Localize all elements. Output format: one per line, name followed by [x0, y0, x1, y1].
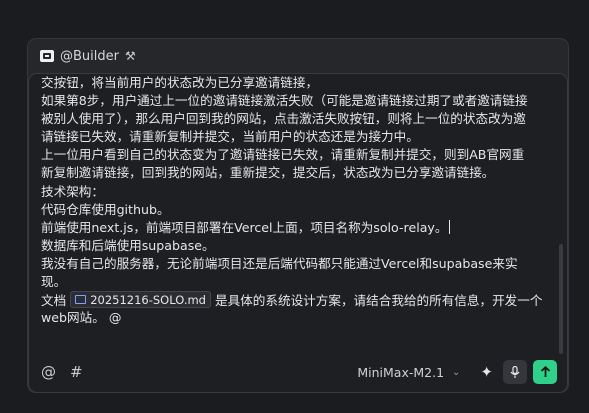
- editor-line-text: 前端使用next.js，前端项目部署在Vercel上面，项目名称为solo-re…: [41, 219, 448, 235]
- editor-text[interactable]: 交按钮，将当前用户的状态改为已分享邀请链接， 如果第8步，用户通过上一位的邀请链…: [41, 74, 551, 327]
- file-chip-label: 20251216-SOLO.md: [90, 292, 206, 307]
- editor-line: 新复制邀请链接，回到我的网站，重新提交，提交后，状态改为已分享邀请链接。: [41, 165, 495, 181]
- editor-line: 上一位用户看到自己的状态变为了邀请链接已失效，请重新复制并提交，则到AB官网重: [41, 147, 525, 163]
- send-button[interactable]: [533, 360, 557, 384]
- editor-line: 文档 20251216-SOLO.md 是具体的系统设计方案，请结合我给的所有信…: [41, 291, 551, 309]
- model-selector[interactable]: MiniMax-M2.1 ⌄: [357, 365, 460, 380]
- editor-line: 前端使用next.js，前端项目部署在Vercel上面，项目名称为solo-re…: [41, 219, 551, 237]
- editor-line: 被别人使用了），那么用户回到我的网站，点击激活失败按钮，则将上一位的状态改为邀: [41, 111, 526, 127]
- editor-scrollbar[interactable]: [559, 244, 563, 354]
- text-caret: [449, 219, 451, 234]
- tools-icon[interactable]: ⚒: [125, 49, 136, 63]
- mention-icon[interactable]: @: [41, 363, 56, 381]
- panel-header: @Builder ⚒: [40, 46, 136, 66]
- message-editor[interactable]: 交按钮，将当前用户的状态改为已分享邀请链接， 如果第8步，用户通过上一位的邀请链…: [28, 73, 568, 393]
- editor-line: web网站。 @: [41, 310, 122, 326]
- model-name: MiniMax-M2.1: [357, 364, 445, 380]
- mic-button[interactable]: [503, 360, 527, 384]
- editor-line: 现。: [41, 274, 67, 290]
- sparkle-icon[interactable]: ✦: [480, 363, 493, 381]
- agent-icon: [40, 50, 54, 62]
- chevron-down-icon: ⌄: [452, 366, 461, 378]
- agent-label[interactable]: @Builder: [60, 49, 119, 64]
- doc-prefix: 文档: [41, 293, 67, 309]
- mic-icon: [510, 365, 520, 378]
- editor-line: 请链接已失效，请重新复制并提交，当前用户的状态还是为接力中。: [41, 129, 419, 145]
- editor-line: 数据库和后端使用supabase。: [41, 237, 215, 253]
- editor-line: 代码仓库使用github。: [41, 201, 170, 217]
- editor-line: 交按钮，将当前用户的状态改为已分享邀请链接，: [41, 75, 319, 90]
- editor-line: 如果第8步，用户通过上一位的邀请链接激活失败（可能是邀请链接过期了或者邀请链接: [41, 93, 528, 109]
- doc-suffix: 是具体的系统设计方案，请结合我给的所有信息，开发一个: [215, 293, 543, 309]
- editor-line: 技术架构：: [41, 183, 104, 199]
- send-icon: [540, 366, 550, 377]
- chat-panel: @Builder ⚒ 交按钮，将当前用户的状态改为已分享邀请链接， 如果第8步，…: [27, 38, 569, 393]
- file-icon: [75, 295, 87, 305]
- file-chip[interactable]: 20251216-SOLO.md: [70, 291, 211, 309]
- editor-line: 我没有自己的服务器，无论前端项目还是后端代码都只能通过Vercel和supaba…: [41, 255, 518, 271]
- editor-toolbar: @ # MiniMax-M2.1 ⌄ ✦: [41, 360, 557, 384]
- hash-icon[interactable]: #: [70, 363, 83, 381]
